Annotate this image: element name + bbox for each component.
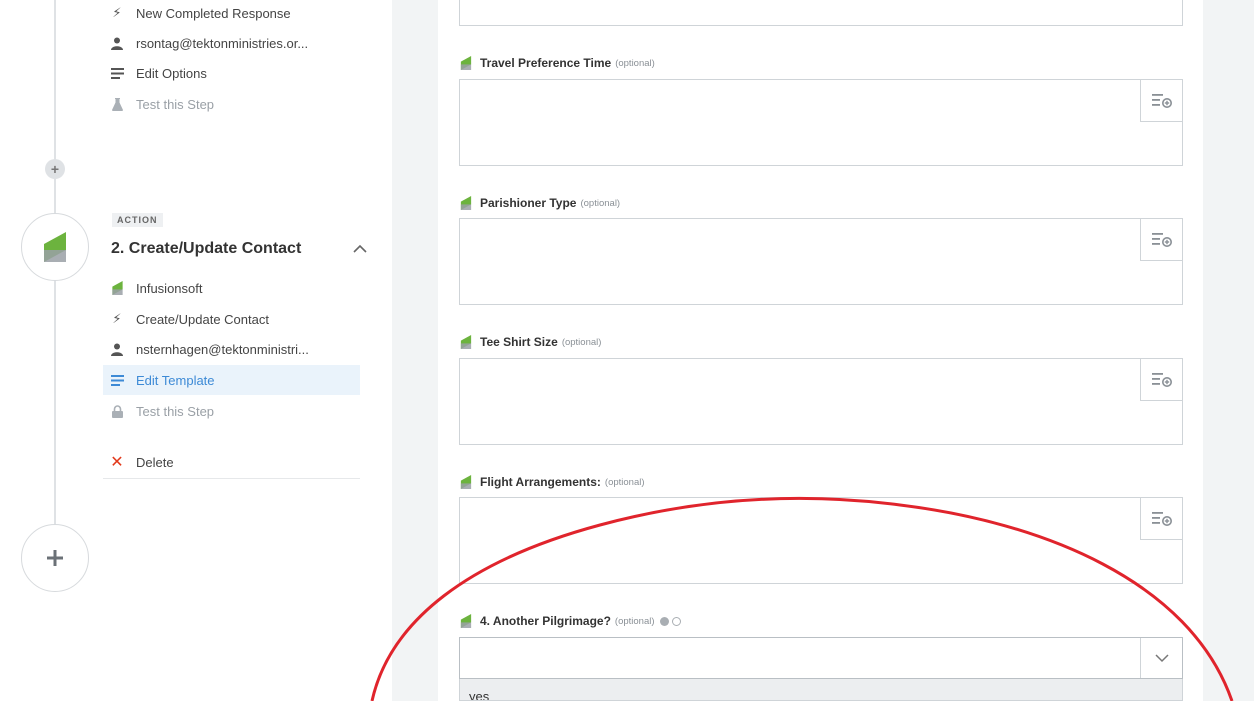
step-type-badge: ACTION (112, 213, 163, 227)
field-label-another-pilgrimage: 4. Another Pilgrimage? (optional) (460, 613, 681, 629)
sidebar-divider (103, 478, 360, 479)
sidebar-item-app[interactable]: Infusionsoft (110, 276, 203, 300)
sidebar-item-label: rsontag@tektonministries.or... (136, 35, 309, 51)
delete-step-button[interactable]: ✕ Delete (110, 450, 174, 474)
travel-preference-time-input[interactable] (459, 79, 1183, 166)
chevron-up-icon[interactable] (353, 240, 367, 256)
sidebar-item-label: Infusionsoft (136, 280, 203, 296)
sidebar-item-trigger-event[interactable]: ⚡ New Completed Response (110, 1, 291, 25)
sidebar-item-label: New Completed Response (136, 5, 291, 21)
infusionsoft-logo (460, 335, 472, 349)
zap-steps-sidebar: ⚡ New Completed Response rsontag@tektonm… (0, 0, 392, 701)
list-icon (110, 373, 124, 387)
select-dropdown-option[interactable]: yes (459, 679, 1183, 701)
tee-shirt-size-input[interactable] (459, 358, 1183, 445)
another-pilgrimage-select[interactable] (459, 637, 1183, 679)
lock-icon (110, 404, 124, 418)
optional-tag: (optional) (615, 57, 655, 69)
insert-field-button[interactable] (1140, 80, 1182, 122)
chevron-down-icon[interactable] (1140, 638, 1182, 678)
sidebar-item-action-account[interactable]: nsternhagen@tektonministri... (110, 337, 309, 361)
right-gutter (1203, 0, 1254, 701)
infusionsoft-logo (110, 281, 124, 295)
user-icon (110, 36, 124, 50)
sidebar-item-label: Test this Step (136, 96, 215, 112)
insert-step-plus-icon[interactable]: + (45, 159, 65, 179)
sidebar-item-label: Edit Template (136, 372, 215, 388)
field-label-text: 4. Another Pilgrimage? (480, 614, 611, 628)
infusionsoft-logo (460, 56, 472, 70)
add-step-plus-icon[interactable] (21, 524, 89, 592)
close-icon: ✕ (110, 454, 124, 471)
infusionsoft-logo (460, 614, 472, 628)
flask-icon (110, 97, 124, 111)
insert-field-button[interactable] (1140, 359, 1182, 401)
sidebar-item-trigger-account[interactable]: rsontag@tektonministries.or... (110, 31, 308, 55)
content-gutter (392, 0, 438, 701)
sidebar-item-label: Create/Update Contact (136, 311, 269, 327)
sidebar-item-label: Edit Options (136, 65, 207, 81)
field-label-text: Parishioner Type (480, 196, 577, 210)
infusionsoft-logo (460, 196, 472, 210)
sidebar-item-edit-options[interactable]: Edit Options (110, 61, 207, 85)
list-icon (110, 66, 124, 80)
sidebar-item-action-event[interactable]: ⚡ Create/Update Contact (110, 307, 269, 331)
insert-field-button[interactable] (1140, 498, 1182, 540)
dropdown-option-label: yes (469, 689, 490, 701)
field-label-text: Travel Preference Time (480, 56, 612, 70)
field-label-parishioner-type: Parishioner Type (optional) (460, 195, 620, 211)
insert-data-icon (1151, 93, 1172, 108)
sidebar-item-edit-template-content: Edit Template (110, 368, 215, 392)
lightning-icon: ⚡ (112, 311, 122, 326)
sidebar-item-test-action[interactable]: Test this Step (110, 399, 214, 423)
optional-tag: (optional) (561, 336, 602, 348)
infusionsoft-logo (460, 475, 472, 489)
flight-arrangements-input[interactable] (459, 497, 1183, 584)
optional-tag: (optional) (580, 197, 621, 209)
infusionsoft-logo (44, 232, 66, 262)
previous-field-input[interactable] (459, 0, 1183, 26)
lightning-icon: ⚡ (112, 5, 122, 20)
sidebar-item-test-trigger[interactable]: Test this Step (110, 92, 214, 116)
insert-data-icon (1151, 511, 1172, 526)
toggle-dots-icon[interactable] (659, 616, 681, 626)
template-form: Travel Preference Time (optional) Parish… (438, 0, 1203, 701)
field-label-text: Flight Arrangements: (480, 475, 601, 489)
sidebar-item-edit-template[interactable]: Edit Template (103, 365, 360, 395)
field-label-flight-arrangements: Flight Arrangements: (optional) (460, 474, 645, 490)
field-label-text: Tee Shirt Size (480, 335, 558, 349)
optional-tag: (optional) (614, 615, 655, 627)
sidebar-item-label: Test this Step (136, 403, 215, 419)
field-label-travel-preference-time: Travel Preference Time (optional) (460, 55, 655, 71)
sidebar-item-label: nsternhagen@tektonministri... (136, 341, 309, 357)
insert-data-icon (1151, 232, 1172, 247)
delete-label: Delete (136, 454, 174, 470)
action-step-app-icon (21, 213, 89, 281)
insert-field-button[interactable] (1140, 219, 1182, 261)
parishioner-type-input[interactable] (459, 218, 1183, 305)
insert-data-icon (1151, 372, 1172, 387)
action-step-title[interactable]: 2. Create/Update Contact (111, 240, 301, 258)
optional-tag: (optional) (604, 476, 645, 488)
field-label-tee-shirt-size: Tee Shirt Size (optional) (460, 334, 601, 350)
user-icon (110, 342, 124, 356)
